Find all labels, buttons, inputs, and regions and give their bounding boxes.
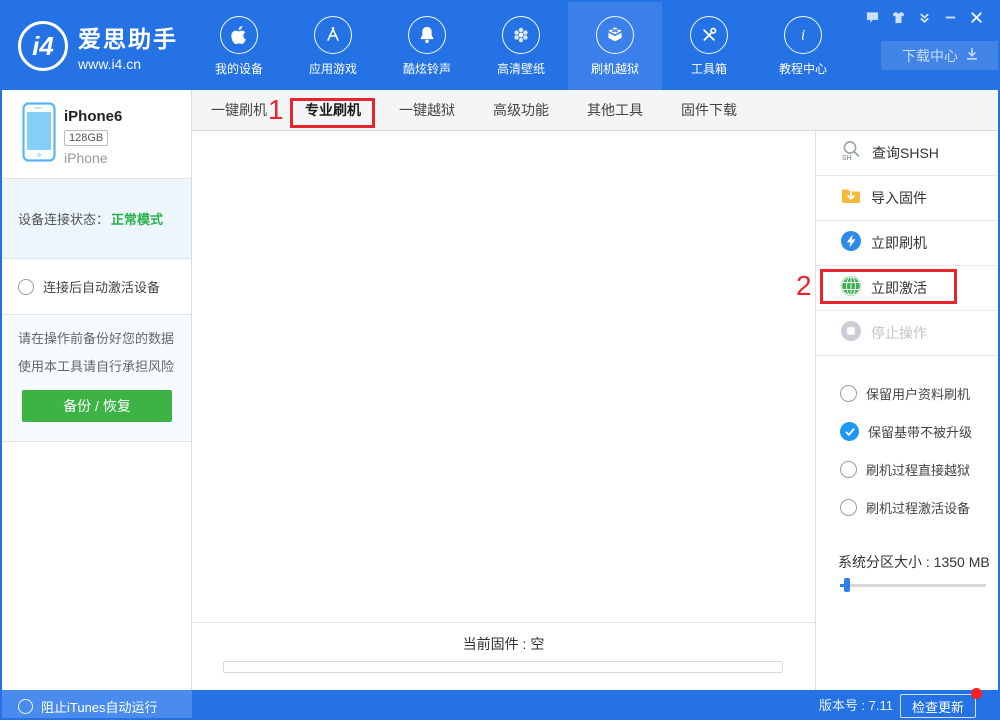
flash-icon (840, 230, 862, 257)
tray-minimize-icon[interactable] (916, 9, 932, 25)
option-activate-during-flash[interactable]: 刷机过程激活设备 (840, 498, 970, 517)
minimize-icon[interactable] (942, 9, 958, 25)
annotation-step1-number: 1 (268, 94, 284, 125)
option-radio-unchecked[interactable] (840, 385, 857, 402)
app-url: www.i4.cn (78, 56, 142, 72)
activate-globe-icon (840, 275, 862, 302)
block-itunes-label[interactable]: 阻止iTunes自动运行 (41, 697, 158, 716)
check-update-button[interactable]: 检查更新 (899, 694, 976, 718)
device-name: iPhone6 (64, 108, 123, 125)
main-content: 当前固件 : 空 (192, 131, 815, 690)
block-itunes-radio[interactable] (18, 698, 33, 714)
device-info-card: iPhone6 128GB iPhone (2, 90, 191, 179)
bottom-bar: 阻止iTunes自动运行 版本号 : 7.11 检查更新 (2, 688, 998, 718)
annotation-step2-number: 2 (796, 270, 812, 301)
block-itunes-row: 阻止iTunes自动运行 (2, 690, 192, 718)
app-window: i4 爱思助手 www.i4.cn 我的设备 应用游戏 酷炫铃声 高清壁纸 刷机… (0, 0, 1000, 720)
app-logo: i4 爱思助手 www.i4.cn (18, 20, 178, 72)
auto-activate-radio[interactable] (18, 278, 34, 295)
partition-size-slider[interactable] (840, 578, 986, 592)
appstore-icon (314, 16, 352, 54)
tab-one-key-flash[interactable]: 一键刷机 (211, 90, 267, 131)
device-model: iPhone (64, 150, 108, 166)
flash-now-button[interactable]: 立即刷机 (816, 221, 998, 266)
action-panel: SH 查询SHSH 导入固件 立即刷机 立即激活 停止操作 保留用户资料刷机 保… (815, 131, 998, 690)
nav-tutorials[interactable]: i 教程中心 (756, 2, 850, 90)
device-capacity-badge: 128GB (64, 130, 109, 146)
option-radio-checked[interactable] (840, 422, 859, 441)
import-firmware-button[interactable]: 导入固件 (816, 176, 998, 221)
version-label: 版本号 : 7.11 (818, 698, 893, 713)
tab-advanced[interactable]: 高级功能 (493, 90, 549, 131)
tab-other-tools[interactable]: 其他工具 (587, 90, 643, 131)
nav-wallpapers[interactable]: 高清壁纸 (474, 2, 568, 90)
nav-ringtones[interactable]: 酷炫铃声 (380, 2, 474, 90)
stop-icon (840, 320, 862, 347)
jailbreak-box-icon (596, 16, 634, 54)
bell-icon (408, 16, 446, 54)
slider-track[interactable] (840, 584, 986, 587)
logo-i4-icon: i4 (18, 21, 68, 71)
download-center-button[interactable]: 下载中心 (881, 41, 998, 70)
option-jailbreak-during-flash[interactable]: 刷机过程直接越狱 (840, 460, 970, 479)
wallpaper-flower-icon (502, 16, 540, 54)
window-controls (864, 9, 984, 25)
nav-toolbox[interactable]: 工具箱 (662, 2, 756, 90)
flash-tabbar: 一键刷机 专业刷机 一键越狱 高级功能 其他工具 固件下载 (192, 90, 998, 131)
query-shsh-button[interactable]: SH 查询SHSH (816, 131, 998, 176)
option-radio-unchecked[interactable] (840, 461, 857, 478)
shsh-search-icon: SH (840, 139, 863, 167)
tab-pro-flash[interactable]: 专业刷机 (305, 90, 361, 131)
tab-one-key-jailbreak[interactable]: 一键越狱 (399, 90, 455, 131)
close-icon[interactable] (968, 9, 984, 25)
toolbox-icon (690, 16, 728, 54)
stop-operation-button: 停止操作 (816, 311, 998, 356)
info-icon: i (784, 16, 822, 54)
svg-text:i: i (801, 28, 805, 44)
nav-flash-jailbreak[interactable]: 刷机越狱 (568, 2, 662, 90)
header: i4 爱思助手 www.i4.cn 我的设备 应用游戏 酷炫铃声 高清壁纸 刷机… (2, 2, 998, 90)
tab-firmware-download[interactable]: 固件下载 (681, 90, 737, 131)
nav-app-games[interactable]: 应用游戏 (286, 2, 380, 90)
slider-handle[interactable] (844, 578, 850, 592)
download-icon (965, 47, 979, 64)
nav-my-devices[interactable]: 我的设备 (192, 2, 286, 90)
connection-status: 设备连接状态： 正常模式 (2, 179, 191, 259)
connection-status-value: 正常模式 (111, 212, 164, 227)
activate-now-button[interactable]: 立即激活 (816, 266, 998, 311)
app-title: 爱思助手 (78, 26, 178, 52)
option-radio-unchecked[interactable] (840, 499, 857, 516)
backup-restore-button[interactable]: 备份 / 恢复 (22, 390, 172, 422)
current-firmware-label: 当前固件 : 空 (462, 636, 545, 652)
backup-warning-section: 请在操作前备份好您的数据 使用本工具请自行承担风险 备份 / 恢复 (2, 315, 191, 442)
partition-size-label: 系统分区大小 : 1350 MB (838, 554, 990, 570)
auto-activate-row: 连接后自动激活设备 (2, 259, 191, 315)
device-sidebar: iPhone6 128GB iPhone 设备连接状态： 正常模式 连接后自动激… (2, 90, 192, 690)
update-notification-dot (971, 688, 982, 699)
import-firmware-icon (840, 185, 862, 212)
firmware-status-section: 当前固件 : 空 (192, 622, 815, 690)
apple-icon (220, 16, 258, 54)
iphone-icon (22, 102, 56, 167)
connection-status-label: 设备连接状态： (18, 212, 110, 227)
warning-line-1: 请在操作前备份好您的数据 (18, 331, 175, 346)
auto-activate-label[interactable]: 连接后自动激活设备 (43, 277, 160, 296)
svg-text:SH: SH (842, 155, 852, 162)
firmware-progress-bar (223, 661, 783, 673)
warning-line-2: 使用本工具请自行承担风险 (18, 359, 175, 374)
option-keep-user-data[interactable]: 保留用户资料刷机 (840, 384, 970, 403)
option-keep-baseband[interactable]: 保留基带不被升级 (840, 422, 972, 441)
skin-icon[interactable] (890, 9, 906, 25)
comment-icon[interactable] (864, 9, 880, 25)
